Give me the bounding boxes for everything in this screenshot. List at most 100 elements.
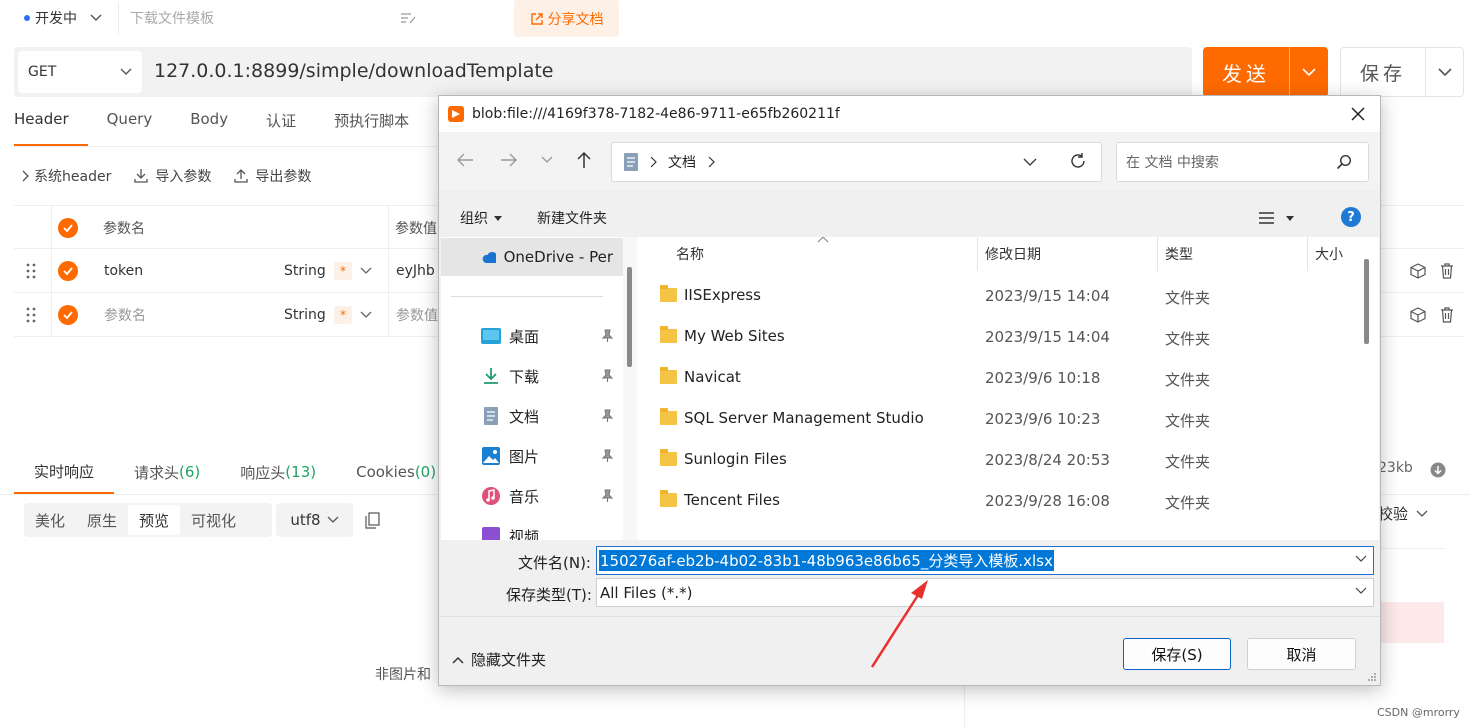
file-row[interactable]: Tencent Files 2023/9/28 16:08 文件夹	[637, 480, 1359, 521]
file-type: 文件夹	[1165, 453, 1211, 471]
url-input[interactable]: 127.0.0.1:8899/simple/downloadTemplate	[154, 60, 554, 82]
send-button[interactable]: 发送	[1203, 47, 1328, 97]
view-options-button[interactable]	[1259, 212, 1294, 224]
pin-icon[interactable]	[601, 369, 613, 383]
nav-item-videos[interactable]: 视频	[481, 524, 613, 540]
row-checkbox[interactable]	[58, 293, 78, 337]
col-type[interactable]: 类型	[1165, 237, 1193, 271]
tab-body[interactable]: Body	[171, 110, 247, 146]
chevron-down-icon[interactable]	[360, 293, 372, 337]
folder-icon	[660, 367, 677, 384]
param-type[interactable]: String	[284, 249, 326, 293]
organize-menu[interactable]: 组织	[460, 208, 502, 228]
required-marker[interactable]: *	[334, 293, 352, 337]
verify-select[interactable]: 校验	[1378, 503, 1428, 524]
tab-pre-script[interactable]: 预执行脚本	[315, 110, 428, 146]
cube-icon[interactable]	[1410, 249, 1426, 293]
system-header-toggle[interactable]: 系统header	[22, 166, 111, 186]
file-row[interactable]: IISExpress 2023/9/15 14:04 文件夹	[637, 275, 1359, 316]
param-value[interactable]: 参数值	[396, 293, 438, 337]
tab-auth[interactable]: 认证	[247, 110, 315, 146]
col-name[interactable]: 名称	[676, 237, 704, 271]
back-arrow-icon[interactable]	[456, 153, 474, 167]
nav-item-onedrive[interactable]: OneDrive - Per	[481, 245, 613, 269]
param-name[interactable]: token	[104, 249, 143, 293]
tab-response-headers[interactable]: 响应头 (13)	[220, 450, 336, 494]
view-beautify[interactable]: 美化	[24, 505, 76, 535]
save-label: 保存	[1359, 62, 1406, 85]
tab-header[interactable]: Header	[14, 110, 88, 146]
pin-icon[interactable]	[601, 329, 613, 343]
hide-folders-label: 隐藏文件夹	[471, 651, 547, 669]
view-visualize[interactable]: 可视化	[180, 505, 247, 535]
new-folder-button[interactable]: 新建文件夹	[537, 208, 607, 228]
nav-scroll-thumb[interactable]	[627, 267, 632, 367]
tab-request-headers[interactable]: 请求头 (6)	[114, 450, 220, 494]
send-menu-toggle[interactable]	[1290, 67, 1328, 77]
up-arrow-icon[interactable]	[576, 151, 592, 169]
verify-label: 校验	[1378, 505, 1409, 523]
status-select[interactable]: 开发中	[14, 2, 119, 34]
file-modified: 2023/9/15 14:04	[985, 287, 1110, 305]
share-doc-button[interactable]: 分享文档	[514, 0, 619, 37]
vertical-scroll-thumb[interactable]	[1364, 259, 1369, 344]
file-row[interactable]: My Web Sites 2023/9/15 14:04 文件夹	[637, 316, 1359, 357]
help-icon[interactable]: ?	[1341, 207, 1361, 227]
search-input[interactable]: 在 文档 中搜索	[1116, 142, 1369, 182]
resize-grip-icon[interactable]	[1367, 672, 1377, 682]
export-params-button[interactable]: 导出参数	[233, 166, 311, 186]
nav-item-music[interactable]: 音乐	[481, 484, 613, 508]
refresh-icon[interactable]	[1069, 152, 1087, 170]
chevron-down-icon[interactable]	[1355, 555, 1367, 563]
breadcrumb-documents[interactable]: 文档	[668, 152, 696, 172]
download-icon[interactable]	[1430, 462, 1446, 478]
pin-icon[interactable]	[601, 449, 613, 463]
nav-item-pictures[interactable]: 图片	[481, 444, 613, 468]
drag-handle-icon[interactable]	[26, 293, 36, 337]
method-select[interactable]: GET	[18, 51, 142, 93]
close-icon[interactable]	[1348, 104, 1368, 124]
col-modified[interactable]: 修改日期	[985, 237, 1041, 271]
param-name[interactable]: 参数名	[104, 293, 146, 337]
file-row[interactable]: Navicat 2023/9/6 10:18 文件夹	[637, 357, 1359, 398]
import-params-button[interactable]: 导入参数	[133, 166, 211, 186]
nav-scrollbar[interactable]	[623, 237, 637, 540]
save-request-button[interactable]: 保存	[1340, 47, 1464, 97]
hide-folders-toggle[interactable]: 隐藏文件夹	[452, 649, 546, 670]
encoding-select[interactable]: utf8	[276, 503, 353, 537]
required-marker[interactable]: *	[334, 249, 352, 293]
chevron-down-icon[interactable]	[360, 249, 372, 293]
copy-icon[interactable]	[365, 512, 380, 529]
filename-input[interactable]: 150276af-eb2b-4b02-83b1-48b963e86b65_分类导…	[596, 546, 1374, 575]
tab-realtime-response[interactable]: 实时响应	[14, 450, 115, 494]
recent-locations-chevron-icon[interactable]	[541, 156, 553, 164]
trash-icon[interactable]	[1440, 293, 1454, 337]
cube-icon[interactable]	[1410, 293, 1426, 337]
file-row[interactable]: Sunlogin Files 2023/8/24 20:53 文件夹	[637, 439, 1359, 480]
row-checkbox[interactable]	[58, 249, 78, 293]
dialog-cancel-button[interactable]: 取消	[1247, 638, 1356, 670]
view-preview[interactable]: 预览	[128, 505, 181, 535]
param-type[interactable]: String	[284, 293, 326, 337]
dialog-save-button[interactable]: 保存(S)	[1123, 638, 1231, 670]
address-bar[interactable]: 文档	[611, 142, 1102, 182]
filetype-select[interactable]: All Files (*.*)	[596, 578, 1374, 607]
chevron-down-icon[interactable]	[1023, 158, 1037, 167]
nav-item-desktop[interactable]: 桌面	[481, 324, 613, 348]
drag-handle-icon[interactable]	[26, 249, 36, 293]
pin-icon[interactable]	[601, 489, 613, 503]
dialog-titlebar[interactable]: blob:file:///4169f378-7182-4e86-9711-e65…	[439, 96, 1380, 132]
forward-arrow-icon[interactable]	[500, 153, 518, 167]
col-size[interactable]: 大小	[1315, 237, 1343, 271]
save-menu-toggle[interactable]	[1426, 67, 1463, 77]
nav-item-documents[interactable]: 文档	[481, 404, 613, 428]
select-all-checkbox[interactable]	[58, 206, 78, 250]
file-row[interactable]: SQL Server Management Studio 2023/9/6 10…	[637, 398, 1359, 439]
view-raw[interactable]: 原生	[76, 505, 128, 535]
pin-icon[interactable]	[601, 409, 613, 423]
description-input[interactable]: 下载文件模板	[120, 2, 492, 34]
trash-icon[interactable]	[1440, 249, 1454, 293]
param-value[interactable]: eyJhb	[396, 249, 435, 293]
nav-item-downloads[interactable]: 下载	[481, 364, 613, 388]
tab-query[interactable]: Query	[88, 110, 172, 146]
